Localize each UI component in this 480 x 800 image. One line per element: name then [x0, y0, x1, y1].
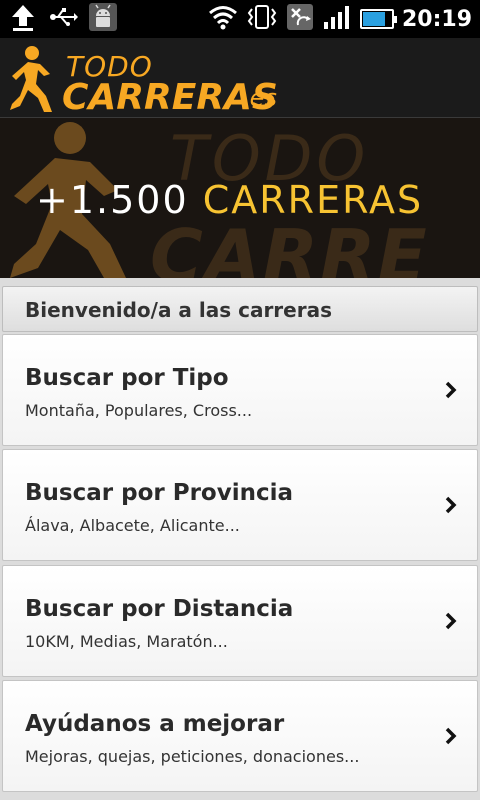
menu-item-title: Buscar por Distancia	[25, 596, 294, 622]
chevron-right-icon	[441, 725, 461, 747]
chevron-right-icon	[441, 610, 461, 632]
menu-item-subtitle: Mejoras, quejas, peticiones, donaciones.…	[25, 747, 360, 766]
status-time: 20:19	[401, 6, 472, 32]
menu-item-subtitle: Montaña, Populares, Cross...	[25, 401, 253, 420]
section-header: Bienvenido/a a las carreras	[2, 286, 478, 332]
section-title: Bienvenido/a a las carreras	[25, 298, 333, 322]
status-bar-notifications	[8, 2, 118, 36]
app-logo[interactable]: TODO CARRERAS .es	[6, 44, 296, 118]
menu-item-title: Ayúdanos a mejorar	[25, 711, 285, 737]
app-header: TODO CARRERAS .es	[0, 38, 480, 118]
promo-banner[interactable]: TODO CARRE +1.500 CARRERAS	[0, 118, 480, 278]
battery-charging-icon	[359, 9, 397, 29]
banner-word: CARRERAS	[202, 178, 424, 222]
menu-item-title: Buscar por Provincia	[25, 480, 294, 506]
banner-headline: +1.500 CARRERAS	[36, 178, 423, 222]
banner-bg-carreras-text: CARRE	[150, 214, 429, 278]
vibrate-icon	[246, 3, 278, 35]
chevron-right-icon	[441, 379, 461, 401]
menu-item-subtitle: 10KM, Medias, Maratón...	[25, 632, 228, 651]
no-sync-icon	[286, 3, 314, 35]
status-bar: 20:19	[0, 0, 480, 38]
menu-item-title: Buscar por Tipo	[25, 365, 229, 391]
usb-icon	[48, 5, 78, 33]
chevron-right-icon	[441, 494, 461, 516]
menu-item-subtitle: Álava, Albacete, Alicante...	[25, 516, 240, 535]
logo-tld-text: .es	[242, 84, 277, 112]
menu-item-ayudanos[interactable]: Ayúdanos a mejorar Mejoras, quejas, peti…	[2, 680, 478, 792]
menu-item-buscar-tipo[interactable]: Buscar por Tipo Montaña, Populares, Cros…	[2, 334, 478, 446]
wifi-icon	[208, 4, 238, 34]
banner-count: +1.500	[36, 178, 189, 222]
upload-icon	[8, 2, 38, 36]
signal-icon	[322, 4, 352, 34]
menu-item-buscar-provincia[interactable]: Buscar por Provincia Álava, Albacete, Al…	[2, 449, 478, 561]
status-bar-system: 20:19	[208, 0, 472, 38]
runner-logo-icon	[6, 44, 62, 118]
android-debug-icon	[88, 2, 118, 36]
menu-item-buscar-distancia[interactable]: Buscar por Distancia 10KM, Medias, Marat…	[2, 565, 478, 677]
main-content: Bienvenido/a a las carreras Buscar por T…	[0, 278, 480, 800]
